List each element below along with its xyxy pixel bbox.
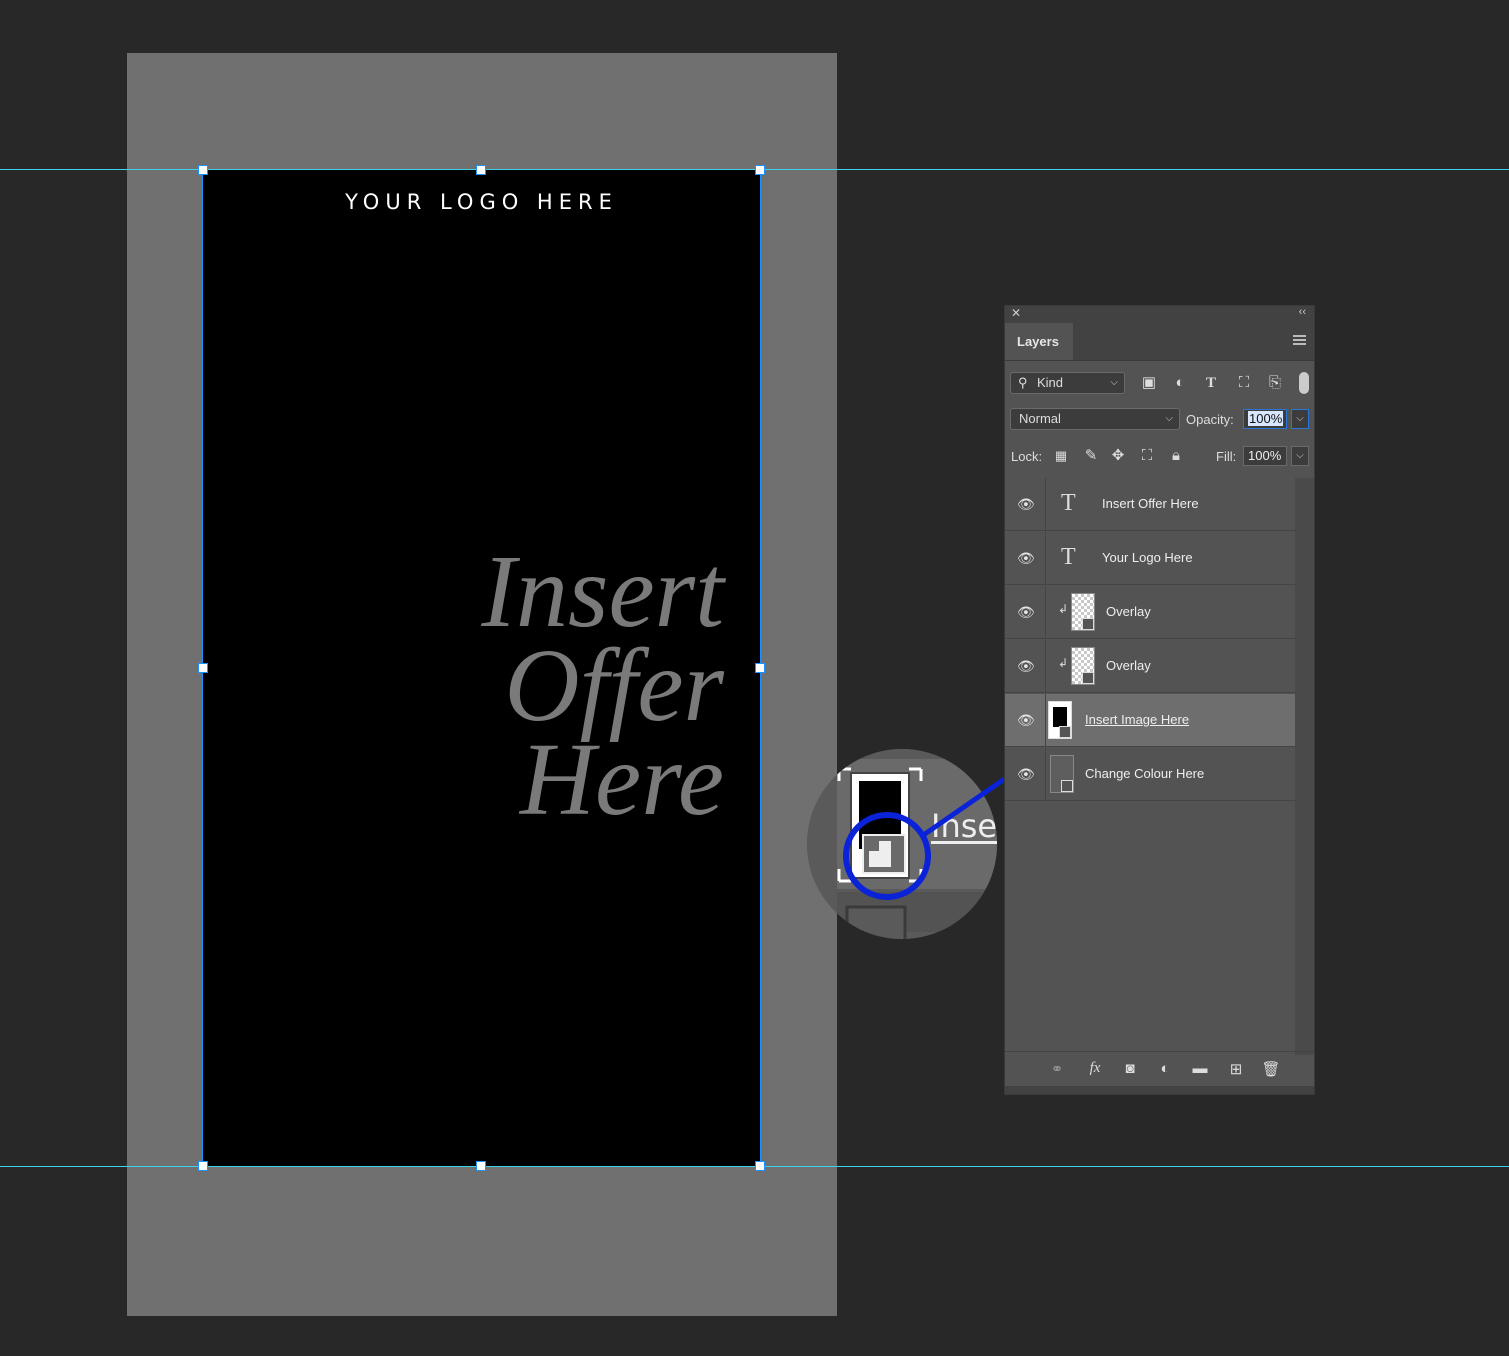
layer-name[interactable]: Insert Offer Here: [1102, 496, 1199, 511]
blend-mode-dropdown[interactable]: Normal ⌵: [1010, 408, 1180, 430]
lock-pixels-brush-icon[interactable]: ✎: [1082, 447, 1100, 465]
visibility-eye-icon[interactable]: 👁︎: [1017, 550, 1035, 566]
visibility-eye-icon[interactable]: 👁︎: [1017, 604, 1035, 620]
visibility-eye-icon[interactable]: 👁︎: [1017, 766, 1035, 782]
layer-name[interactable]: Change Colour Here: [1085, 766, 1204, 781]
visibility-eye-icon[interactable]: 👁︎: [1017, 658, 1035, 674]
logo-placeholder-text[interactable]: YOUR LOGO HERE: [203, 190, 760, 214]
chevron-down-icon: ⌵: [1110, 377, 1118, 388]
clipping-mask-arrow-icon: ↲: [1058, 656, 1069, 670]
layers-panel: ✕ ‹‹ Layers ⚲ Kind ⌵ ▣ ◐ T ⛶ ⎘ Normal ⌵ …: [1004, 305, 1315, 1095]
filter-kind-label: Kind: [1037, 375, 1064, 390]
search-icon: ⚲: [1018, 375, 1028, 390]
fx-icon[interactable]: fx: [1085, 1060, 1105, 1078]
lock-row: Lock: ▦ ✎ ✥ ⛶ 🔒︎ Fill: 100% ⌵: [1005, 444, 1314, 468]
opacity-chevron-icon[interactable]: ⌵: [1291, 409, 1309, 429]
transform-handle-bottom-right[interactable]: [755, 1161, 765, 1171]
transform-handle-top-left[interactable]: [198, 165, 208, 175]
lock-position-icon[interactable]: ✥: [1109, 447, 1127, 465]
close-icon[interactable]: ✕: [1011, 306, 1021, 320]
layer-name[interactable]: Insert Image Here: [1085, 712, 1189, 727]
offer-line-2: Offer: [504, 628, 724, 743]
panel-tabbar: Layers: [1005, 323, 1314, 361]
transform-handle-top-center[interactable]: [476, 165, 486, 175]
collapse-icon[interactable]: ‹‹: [1299, 306, 1306, 318]
offer-line-1: Insert: [481, 534, 724, 649]
adjustment-layer-filter-icon[interactable]: ◐: [1171, 374, 1189, 392]
fill-label: Fill:: [1216, 449, 1237, 464]
smart-object-filter-icon[interactable]: ⎘: [1266, 374, 1284, 392]
adjustment-layer-icon[interactable]: ◐: [1155, 1060, 1175, 1078]
tab-layers[interactable]: Layers: [1005, 323, 1073, 360]
layer-row-selected[interactable]: 👁︎ Insert Image Here: [1005, 694, 1297, 747]
pixel-layer-filter-icon[interactable]: ▣: [1140, 374, 1158, 392]
layer-row[interactable]: 👁︎ T Your Logo Here: [1005, 532, 1297, 585]
fill-chevron-icon[interactable]: ⌵: [1291, 446, 1309, 466]
transform-handle-middle-right[interactable]: [755, 663, 765, 673]
transform-handle-bottom-center[interactable]: [476, 1161, 486, 1171]
lock-transparency-icon[interactable]: ▦: [1052, 447, 1070, 465]
smart-object-thumbnail-icon: [1071, 647, 1095, 685]
type-layer-icon: T: [1061, 544, 1076, 570]
panel-footer: ⚭ fx ◙ ◐ ▬ ⊞ 🗑︎: [1005, 1051, 1314, 1086]
panel-menu-icon[interactable]: [1293, 335, 1306, 345]
type-layer-icon: T: [1061, 490, 1076, 516]
layer-row[interactable]: 👁︎ ↲ Overlay: [1005, 586, 1297, 639]
clipping-mask-arrow-icon: ↲: [1058, 602, 1069, 616]
offer-placeholder-text[interactable]: Insert Offer Here: [481, 534, 724, 837]
fill-input[interactable]: 100%: [1243, 446, 1287, 466]
add-mask-icon[interactable]: ◙: [1120, 1060, 1140, 1078]
layer-name[interactable]: Your Logo Here: [1102, 550, 1193, 565]
smart-object-thumbnail-icon: [1050, 755, 1074, 793]
shape-layer-filter-icon[interactable]: ⛶: [1235, 374, 1253, 392]
layer-name[interactable]: Overlay: [1106, 604, 1151, 619]
transform-handle-top-right[interactable]: [755, 165, 765, 175]
transform-handle-bottom-left[interactable]: [198, 1161, 208, 1171]
filter-row: ⚲ Kind ⌵ ▣ ◐ T ⛶ ⎘: [1005, 372, 1314, 396]
layer-row[interactable]: 👁︎ T Insert Offer Here: [1005, 478, 1297, 531]
trash-icon[interactable]: 🗑︎: [1261, 1060, 1281, 1078]
visibility-eye-icon[interactable]: 👁︎: [1017, 496, 1035, 512]
layer-row[interactable]: 👁︎ Change Colour Here: [1005, 748, 1297, 801]
transform-handle-middle-left[interactable]: [198, 663, 208, 673]
opacity-input[interactable]: 100%: [1243, 409, 1287, 429]
lock-label: Lock:: [1011, 449, 1043, 464]
layers-scrollbar[interactable]: [1295, 478, 1314, 1055]
blend-row: Normal ⌵ Opacity: 100% ⌵: [1005, 408, 1314, 432]
visibility-eye-icon[interactable]: 👁︎: [1017, 712, 1035, 728]
chevron-down-icon: ⌵: [1165, 413, 1173, 424]
blend-mode-value: Normal: [1019, 411, 1061, 426]
new-layer-icon[interactable]: ⊞: [1226, 1060, 1246, 1078]
type-layer-filter-icon[interactable]: T: [1202, 374, 1220, 392]
panel-resize-bar[interactable]: [1005, 1086, 1314, 1094]
offer-line-3: Here: [519, 722, 724, 837]
layer-name[interactable]: Overlay: [1106, 658, 1151, 673]
opacity-value: 100%: [1248, 411, 1284, 426]
filter-kind-dropdown[interactable]: ⚲ Kind ⌵: [1010, 372, 1125, 394]
panel-titlebar: ✕ ‹‹: [1005, 306, 1314, 323]
zoomed-layer-name: Inse: [931, 807, 997, 845]
filter-toggle-switch[interactable]: [1299, 372, 1309, 394]
opacity-label: Opacity:: [1186, 412, 1234, 427]
folder-icon[interactable]: ▬: [1190, 1060, 1210, 1078]
layer-row[interactable]: 👁︎ ↲ Overlay: [1005, 640, 1297, 693]
smart-object-thumbnail-icon: [1071, 593, 1095, 631]
lock-artboard-icon[interactable]: ⛶: [1138, 447, 1156, 465]
frame-thumbnail-icon: [1048, 701, 1072, 739]
zoom-callout: Inse: [807, 749, 997, 939]
lock-all-icon[interactable]: 🔒︎: [1167, 447, 1185, 465]
layers-list: 👁︎ T Insert Offer Here 👁︎ T Your Logo He…: [1005, 478, 1297, 1055]
fill-value: 100%: [1248, 448, 1282, 463]
link-layers-icon[interactable]: ⚭: [1047, 1060, 1067, 1078]
